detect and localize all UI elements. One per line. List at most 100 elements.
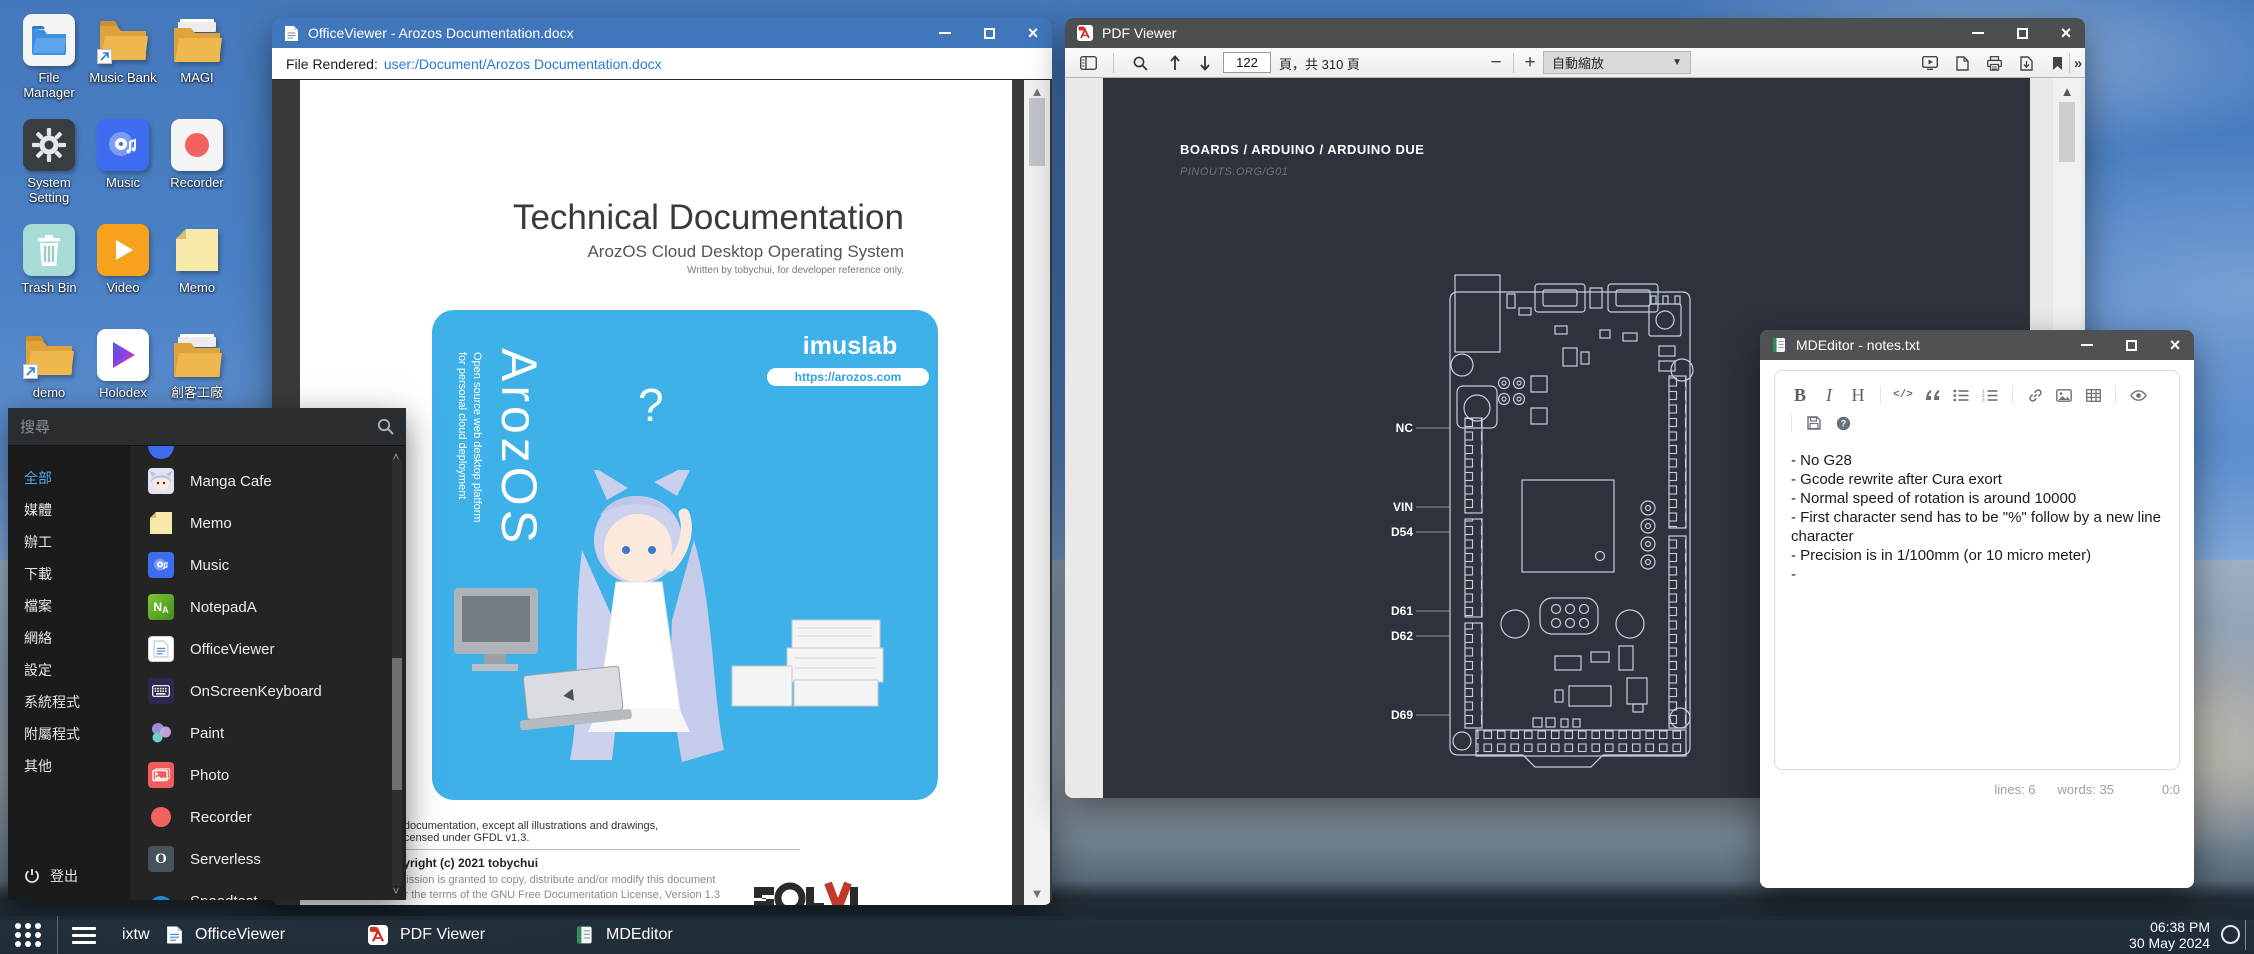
category-accessories[interactable]: 附屬程式 xyxy=(24,718,130,750)
start-menu-search[interactable]: 搜尋 xyxy=(8,408,406,446)
markdown-textarea[interactable]: - No G28 - Gcode rewrite after Cura exor… xyxy=(1775,437,2179,598)
more-tools-icon[interactable]: » xyxy=(2071,48,2085,78)
mdeditor-titlebar[interactable]: MDEditor - notes.txt × xyxy=(1760,330,2194,360)
save-icon[interactable] xyxy=(1803,412,1825,434)
close-button[interactable]: × xyxy=(1026,26,1040,40)
category-all[interactable]: 全部 xyxy=(24,462,130,494)
taskbar-item-officeviewer[interactable]: OfficeViewer xyxy=(166,916,285,954)
desktop-icon-recorder[interactable]: Recorder xyxy=(160,119,234,224)
category-system[interactable]: 系統程式 xyxy=(24,686,130,718)
presentation-mode-icon[interactable] xyxy=(1917,48,1943,78)
officeviewer-icon xyxy=(148,636,174,662)
open-file-icon[interactable] xyxy=(1949,48,1975,78)
word-count: words: 35 xyxy=(2058,782,2114,797)
officeviewer-titlebar[interactable]: OfficeViewer - Arozos Documentation.docx… xyxy=(272,18,1052,48)
desktop-icon-video[interactable]: Video xyxy=(86,224,160,329)
scrollbar-thumb[interactable] xyxy=(392,658,402,790)
unordered-list-icon[interactable] xyxy=(1950,384,1972,406)
maximize-button[interactable] xyxy=(2015,26,2029,40)
image-icon[interactable] xyxy=(2053,384,2075,406)
category-media[interactable]: 媒體 xyxy=(24,494,130,526)
next-page-icon[interactable] xyxy=(1193,48,1217,78)
desktop-icon-magi[interactable]: MAGI xyxy=(160,14,234,119)
italic-button[interactable]: I xyxy=(1818,384,1840,406)
folder-shortcut-icon xyxy=(23,333,75,377)
serverless-icon: O xyxy=(148,846,174,872)
bookmark-icon[interactable] xyxy=(2045,48,2069,78)
desktop-icon-label: Music xyxy=(106,175,140,190)
maximize-button[interactable] xyxy=(2124,338,2138,352)
status-ring-icon[interactable] xyxy=(2221,925,2240,944)
chevron-down-icon: ▼ xyxy=(1672,57,1682,68)
start-button[interactable] xyxy=(0,916,58,954)
app-row-photo[interactable]: Photo xyxy=(130,754,384,796)
doc-subtitle: ArozOS Cloud Desktop Operating System xyxy=(513,242,904,262)
desktop-icon-memo[interactable]: Memo xyxy=(160,224,234,329)
document-page: Technical Documentation ArozOS Cloud Des… xyxy=(300,80,1012,905)
previous-page-icon[interactable] xyxy=(1163,48,1187,78)
document-scrollbar[interactable]: ▲ ▼ xyxy=(1024,80,1050,905)
category-network[interactable]: 網絡 xyxy=(24,622,130,654)
table-icon[interactable] xyxy=(2082,384,2104,406)
category-settings[interactable]: 設定 xyxy=(24,654,130,686)
close-button[interactable]: × xyxy=(2059,26,2073,40)
taskbar-item-mdeditor[interactable]: MDEditor xyxy=(576,916,673,954)
menu-toggle-icon[interactable] xyxy=(72,923,96,948)
preview-eye-icon[interactable] xyxy=(2127,384,2149,406)
link-icon[interactable] xyxy=(2024,384,2046,406)
app-row-music[interactable]: Music xyxy=(130,544,384,586)
print-icon[interactable] xyxy=(1981,48,2007,78)
app-list-scrollbar[interactable]: ˄ ˅ xyxy=(384,446,406,900)
file-path-link[interactable]: user:/Document/Arozos Documentation.docx xyxy=(384,56,662,72)
download-icon[interactable] xyxy=(2013,48,2039,78)
pdf-viewer-titlebar[interactable]: PDF Viewer × xyxy=(1065,18,2085,48)
category-others[interactable]: 其他 xyxy=(24,750,130,782)
taskbar-clock[interactable]: 06:38 PM 30 May 2024 xyxy=(2129,919,2210,951)
desktop-icon-music-bank[interactable]: Music Bank xyxy=(86,14,160,119)
show-desktop-divider[interactable] xyxy=(2245,920,2246,950)
zoom-in-button[interactable]: + xyxy=(1519,48,1541,78)
category-files[interactable]: 檔案 xyxy=(24,590,130,622)
taskbar-item-pdf-viewer[interactable]: PDF Viewer xyxy=(368,916,485,954)
bold-button[interactable]: B xyxy=(1789,384,1811,406)
code-button[interactable]: </> xyxy=(1892,384,1914,406)
desktop-icon-trash-bin[interactable]: Trash Bin xyxy=(12,224,86,329)
minimize-button[interactable] xyxy=(2080,338,2094,352)
desktop-icon-system-setting[interactable]: System Setting xyxy=(12,119,86,224)
maximize-button[interactable] xyxy=(982,26,996,40)
category-office[interactable]: 辦工 xyxy=(24,526,130,558)
minimize-button[interactable] xyxy=(1971,26,1985,40)
app-row-notepada[interactable]: NA NotepadA xyxy=(130,586,384,628)
app-row-manga-cafe[interactable]: Manga Cafe xyxy=(130,460,384,502)
desktop-icon-music[interactable]: Music xyxy=(86,119,160,224)
app-row-paint[interactable]: Paint xyxy=(130,712,384,754)
app-row-onscreenkeyboard[interactable]: OnScreenKeyboard xyxy=(130,670,384,712)
desktop-icon-label: Recorder xyxy=(170,175,223,190)
scrollbar-thumb[interactable] xyxy=(1029,98,1045,166)
app-row-partial[interactable] xyxy=(130,446,384,460)
app-row-speedtest[interactable]: Speedtest xyxy=(130,880,384,900)
minimize-button[interactable] xyxy=(938,26,952,40)
zoom-out-button[interactable]: − xyxy=(1485,48,1507,78)
logout-button[interactable]: 登出 xyxy=(24,866,78,886)
app-row-serverless[interactable]: O Serverless xyxy=(130,838,384,880)
markdown-editor-box[interactable]: B I H </> 123 xyxy=(1774,370,2180,770)
sidebar-toggle-icon[interactable] xyxy=(1075,48,1101,78)
app-row-memo[interactable]: Memo xyxy=(130,502,384,544)
help-icon[interactable]: ? xyxy=(1832,412,1854,434)
zoom-level-select[interactable]: 自動縮放 ▼ xyxy=(1543,51,1691,74)
close-button[interactable]: × xyxy=(2168,338,2182,352)
app-row-officeviewer[interactable]: OfficeViewer xyxy=(130,628,384,670)
page-number-input[interactable] xyxy=(1223,52,1271,73)
music-disc-icon xyxy=(97,119,149,171)
ordered-list-icon[interactable]: 123 xyxy=(1979,384,2001,406)
quote-button[interactable] xyxy=(1921,384,1943,406)
category-download[interactable]: 下載 xyxy=(24,558,130,590)
manga-cafe-icon xyxy=(148,468,174,494)
paint-icon xyxy=(148,720,174,746)
heading-button[interactable]: H xyxy=(1847,384,1869,406)
scrollbar-thumb[interactable] xyxy=(2059,102,2075,162)
search-icon[interactable] xyxy=(1127,48,1153,78)
desktop-icon-file-manager[interactable]: File Manager xyxy=(12,14,86,119)
app-row-recorder[interactable]: Recorder xyxy=(130,796,384,838)
